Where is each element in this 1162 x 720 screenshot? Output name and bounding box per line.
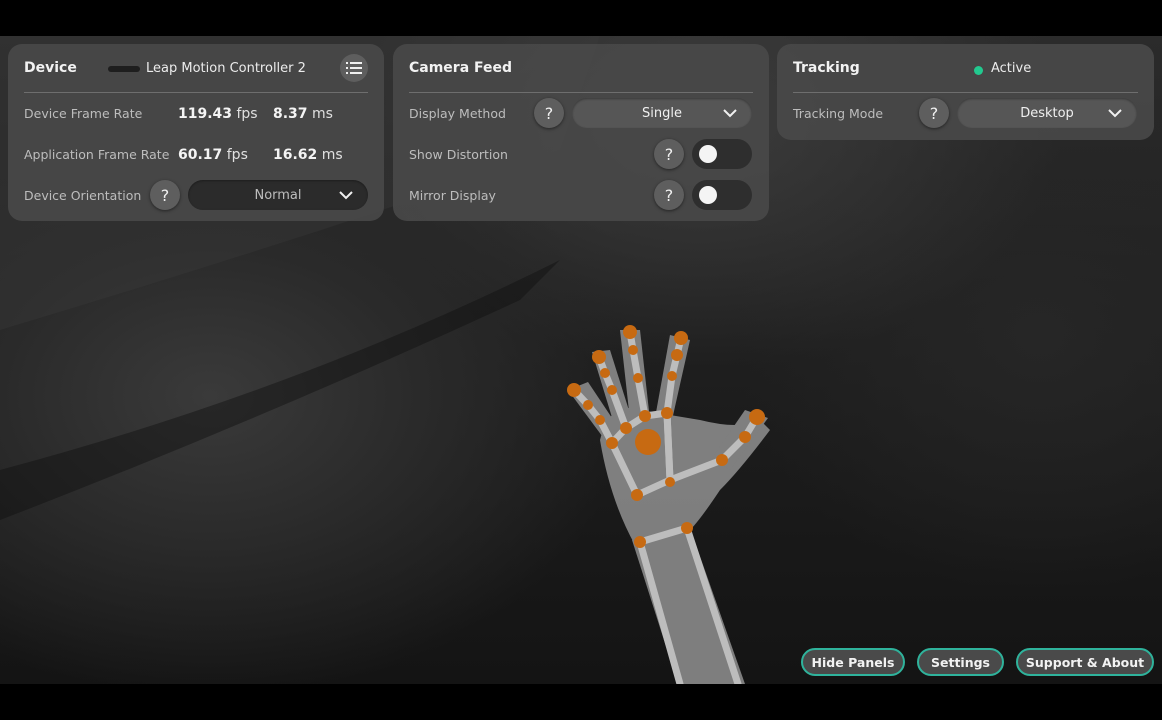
camera-feed-panel-title: Camera Feed [409,60,513,76]
display-method-row: Display Method ? Single [409,93,753,134]
show-distortion-label: Show Distortion [409,147,508,162]
device-frame-rate-row: Device Frame Rate 119.43 fps 8.37 ms [24,93,368,134]
chevron-down-icon [1108,109,1122,118]
tracking-mode-label: Tracking Mode [793,106,884,121]
mirror-display-label: Mirror Display [409,188,496,203]
toggle-knob [699,186,717,204]
device-panel: Device Leap Motion Controller 2 Device F… [8,44,384,221]
show-distortion-row: Show Distortion ? [409,134,753,175]
device-orientation-row: Device Orientation ? Normal [24,175,368,216]
tracking-panel-title: Tracking [793,60,860,76]
support-about-button[interactable]: Support & About [1016,648,1154,676]
list-icon [346,62,362,74]
camera-feed-panel-header: Camera Feed [409,44,753,93]
camera-feed-panel: Camera Feed Display Method ? Single Show… [393,44,769,221]
device-menu-button[interactable] [340,54,368,82]
toggle-knob [699,145,717,163]
device-panel-header: Device Leap Motion Controller 2 [24,44,368,93]
tracking-mode-value: Desktop [1020,105,1074,121]
show-distortion-help-button[interactable]: ? [654,139,684,169]
chevron-down-icon [723,109,737,118]
device-frame-rate-fps: 119.43 fps [178,105,258,122]
device-frame-rate-label: Device Frame Rate [24,106,143,121]
mirror-display-help-button[interactable]: ? [654,180,684,210]
tracking-panel-header: Tracking Active [793,44,1138,93]
app-frame-rate-fps: 60.17 fps [178,146,248,163]
app-frame-rate-ms: 16.62 ms [273,146,343,163]
tracking-mode-help-button[interactable]: ? [919,98,949,128]
settings-button[interactable]: Settings [917,648,1004,676]
display-method-value: Single [642,105,682,121]
chevron-down-icon [339,191,353,200]
device-orientation-value: Normal [254,187,302,203]
device-orientation-dropdown[interactable]: Normal [188,180,368,210]
app-frame-rate-label: Application Frame Rate [24,147,170,162]
show-distortion-toggle[interactable] [692,139,752,169]
tracking-mode-row: Tracking Mode ? Desktop [793,93,1138,134]
device-orientation-help-button[interactable]: ? [150,180,180,210]
device-name: Leap Motion Controller 2 [146,60,306,76]
mirror-display-row: Mirror Display ? [409,175,753,216]
display-method-label: Display Method [409,106,506,121]
device-icon [108,66,140,72]
tracking-mode-dropdown[interactable]: Desktop [957,98,1137,128]
device-frame-rate-ms: 8.37 ms [273,105,333,122]
status-indicator-icon [974,66,983,75]
tracking-panel: Tracking Active Tracking Mode ? Desktop [777,44,1154,140]
device-orientation-label: Device Orientation [24,188,142,203]
hide-panels-button[interactable]: Hide Panels [801,648,905,676]
app-frame-rate-row: Application Frame Rate 60.17 fps 16.62 m… [24,134,368,175]
display-method-dropdown[interactable]: Single [572,98,752,128]
mirror-display-toggle[interactable] [692,180,752,210]
device-panel-title: Device [24,60,77,76]
display-method-help-button[interactable]: ? [534,98,564,128]
tracking-status: Active [991,60,1032,76]
